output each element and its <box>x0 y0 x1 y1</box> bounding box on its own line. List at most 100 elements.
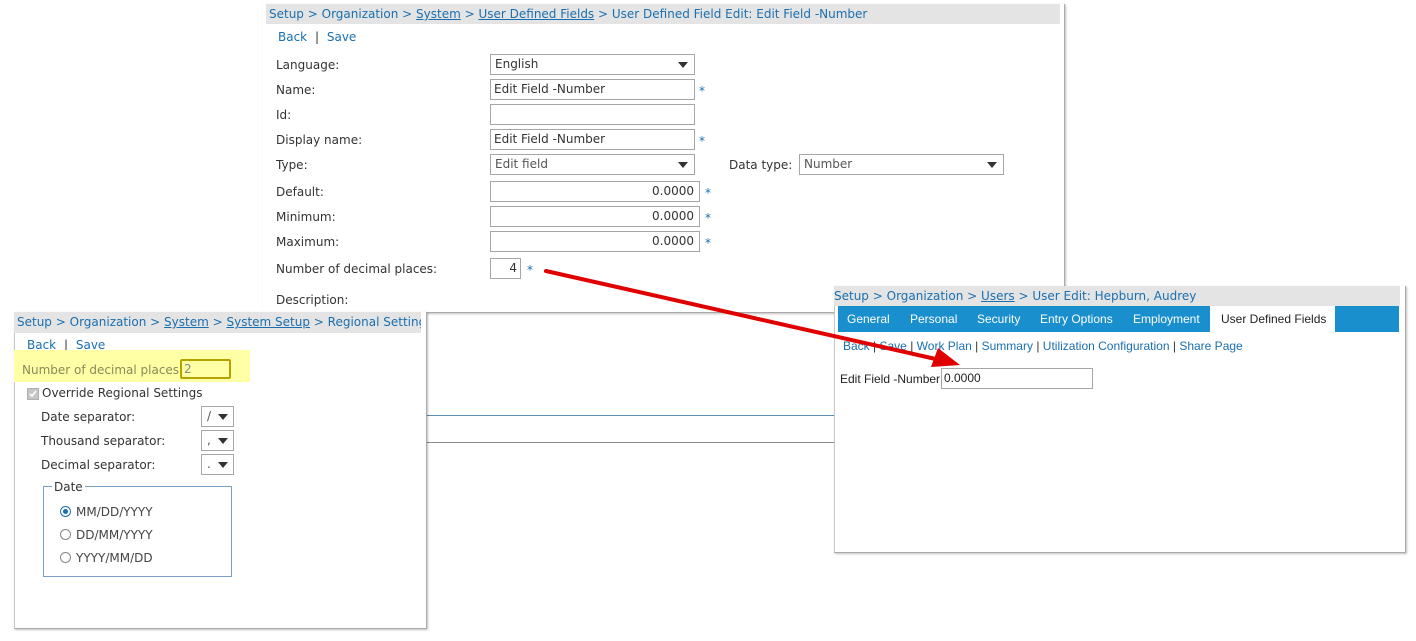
back-link[interactable]: Back <box>278 30 307 44</box>
breadcrumb-item[interactable]: Users <box>981 289 1015 303</box>
breadcrumb-item[interactable]: System Setup <box>226 315 310 329</box>
date-format-label: MM/DD/YYYY <box>76 505 153 519</box>
tab-personal[interactable]: Personal <box>910 306 957 332</box>
decimal-places-label: Number of decimal places: <box>276 262 438 276</box>
link-separator: | <box>910 339 914 353</box>
type-select[interactable]: Edit field <box>490 154 695 175</box>
breadcrumb-trail[interactable]: Setup > Organization > System > System S… <box>17 315 421 329</box>
thousand-separator-value: , <box>207 433 211 447</box>
display-name-label: Display name: <box>276 133 363 147</box>
breadcrumb-item[interactable]: Setup <box>269 7 304 21</box>
summary-link[interactable]: Summary <box>982 339 1033 353</box>
tab-employment[interactable]: Employment <box>1133 306 1200 332</box>
decimal-separator-label: Decimal separator: <box>41 458 156 472</box>
back-link[interactable]: Back <box>843 339 870 353</box>
action-links: Back | Save | Work Plan | Summary | Util… <box>843 339 1243 353</box>
name-input[interactable]: Edit Field -Number <box>490 79 695 100</box>
language-value: English <box>495 57 539 71</box>
required-mark: * <box>527 263 533 277</box>
breadcrumb-trail[interactable]: Setup > Organization > Users > User Edit… <box>834 289 1196 303</box>
decimal-places-input[interactable]: 4 <box>490 258 521 279</box>
minimum-input[interactable]: 0.0000 <box>490 206 700 227</box>
work-plan-link[interactable]: Work Plan <box>917 339 972 353</box>
link-separator: | <box>1172 339 1176 353</box>
breadcrumb-item[interactable]: User Defined Fields <box>478 7 594 21</box>
maximum-label: Maximum: <box>276 235 340 249</box>
minimum-label: Minimum: <box>276 210 336 224</box>
breadcrumb-item[interactable]: Organization <box>70 315 147 329</box>
chevron-down-icon <box>987 162 997 168</box>
date-format-label: DD/MM/YYYY <box>76 528 153 542</box>
data-type-select[interactable]: Number <box>799 154 1004 175</box>
type-label: Type: <box>276 158 308 172</box>
breadcrumb-separator: > <box>309 315 328 329</box>
link-separator: | <box>314 30 320 44</box>
breadcrumb-trail[interactable]: Setup > Organization > System > User Def… <box>269 7 867 21</box>
default-label: Default: <box>276 185 324 199</box>
required-mark: * <box>705 186 711 200</box>
breadcrumb-separator: > <box>460 7 479 21</box>
date-format-label: YYYY/MM/DD <box>76 551 153 565</box>
edit-field-number-label: Edit Field -Number <box>840 372 941 386</box>
edit-field-number-input[interactable]: 0.0000 <box>941 368 1093 389</box>
radio-button[interactable] <box>60 529 71 540</box>
breadcrumb-separator: > <box>51 315 70 329</box>
breadcrumb-separator: > <box>868 289 887 303</box>
breadcrumb-item[interactable]: System <box>164 315 209 329</box>
breadcrumb-separator: > <box>146 315 165 329</box>
breadcrumb-separator: > <box>1014 289 1033 303</box>
id-label: Id: <box>276 108 292 122</box>
action-links: Back | Save <box>278 30 356 44</box>
link-separator: | <box>1036 339 1040 353</box>
check-icon <box>29 390 37 398</box>
tab-entry-options[interactable]: Entry Options <box>1040 306 1113 332</box>
radio-button[interactable] <box>60 506 71 517</box>
breadcrumb-item[interactable]: User Defined Field Edit: Edit Field -Num… <box>612 7 867 21</box>
share-page-link[interactable]: Share Page <box>1179 339 1242 353</box>
date-separator-select[interactable]: / <box>201 406 234 427</box>
required-mark: * <box>705 211 711 225</box>
tab-security[interactable]: Security <box>977 306 1020 332</box>
tab-user-defined-fields[interactable]: User Defined Fields <box>1210 306 1335 332</box>
breadcrumb-item[interactable]: Regional Settings <box>328 315 421 329</box>
id-input[interactable] <box>490 104 695 125</box>
breadcrumb-separator: > <box>303 7 322 21</box>
breadcrumb-item[interactable]: Organization <box>887 289 964 303</box>
decimal-places-label: Number of decimal places: <box>22 363 184 377</box>
breadcrumb-item[interactable]: Organization <box>322 7 399 21</box>
breadcrumb-item[interactable]: Setup <box>17 315 52 329</box>
breadcrumb-item[interactable]: User Edit: Hepburn, Audrey <box>1032 289 1196 303</box>
chevron-down-icon <box>218 438 228 444</box>
breadcrumb-item[interactable]: System <box>416 7 461 21</box>
link-separator: | <box>873 339 877 353</box>
utilization-configuration-link[interactable]: Utilization Configuration <box>1043 339 1170 353</box>
override-label: Override Regional Settings <box>42 386 203 400</box>
breadcrumb-separator: > <box>963 289 982 303</box>
breadcrumb-separator: > <box>208 315 227 329</box>
tab-general[interactable]: General <box>847 306 890 332</box>
date-group-label: Date <box>52 480 85 494</box>
divider <box>422 442 834 443</box>
description-label: Description: <box>276 293 349 307</box>
thousand-separator-select[interactable]: , <box>201 430 234 451</box>
override-checkbox[interactable] <box>27 388 39 400</box>
required-mark: * <box>699 84 705 98</box>
required-mark: * <box>705 236 711 250</box>
breadcrumb: Setup > Organization > System > System S… <box>14 312 421 333</box>
save-link[interactable]: Save <box>327 30 356 44</box>
decimal-separator-value: . <box>207 457 211 471</box>
date-separator-label: Date separator: <box>41 410 136 424</box>
default-input[interactable]: 0.0000 <box>490 181 700 202</box>
radio-button[interactable] <box>60 552 71 563</box>
type-value: Edit field <box>495 157 548 171</box>
maximum-input[interactable]: 0.0000 <box>490 231 700 252</box>
language-label: Language: <box>276 58 340 72</box>
breadcrumb-item[interactable]: Setup <box>834 289 869 303</box>
date-separator-value: / <box>207 409 212 423</box>
decimal-separator-select[interactable]: . <box>201 454 234 475</box>
breadcrumb: Setup > Organization > Users > User Edit… <box>834 286 1400 306</box>
language-select[interactable]: English <box>490 54 695 75</box>
display-name-input[interactable]: Edit Field -Number <box>490 129 695 150</box>
decimal-places-input[interactable]: 2 <box>180 359 231 379</box>
save-link[interactable]: Save <box>880 339 907 353</box>
